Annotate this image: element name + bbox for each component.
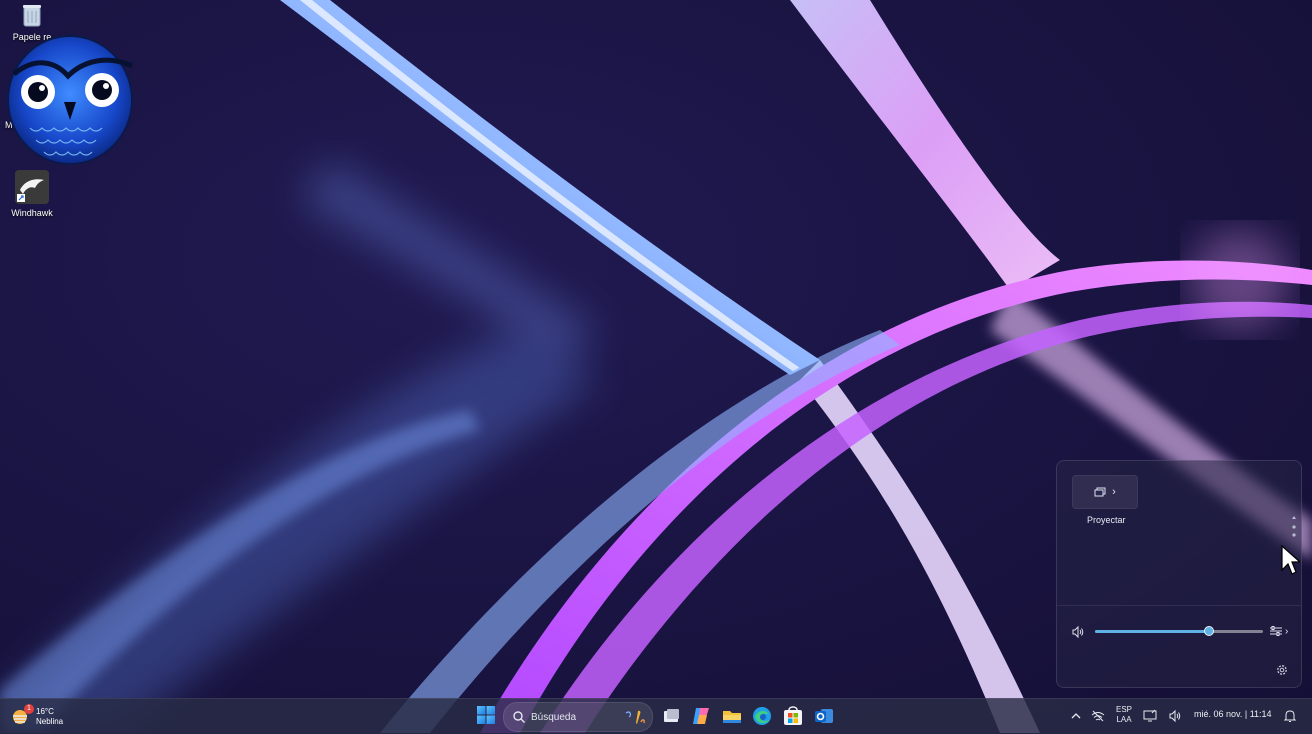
edge-icon[interactable]	[751, 705, 773, 727]
volume-slider-thumb[interactable]	[1204, 626, 1215, 636]
owl-logo	[7, 35, 134, 165]
network-disconnected-icon[interactable]	[1091, 709, 1105, 723]
divider	[1057, 605, 1301, 606]
task-view-icon[interactable]	[660, 705, 682, 727]
volume-slider-fill	[1095, 630, 1210, 633]
microsoft-store-icon[interactable]	[782, 705, 804, 727]
outlook-icon[interactable]	[813, 705, 835, 727]
weather-temperature: 16°C	[36, 707, 54, 716]
chevron-right-icon: ›	[1285, 625, 1289, 637]
desktop-icon-windhawk[interactable]: Windhawk	[0, 170, 64, 218]
desktop-icon-label: Windhawk	[11, 208, 53, 218]
windows-start-icon[interactable]	[476, 705, 496, 725]
gear-icon[interactable]	[1275, 663, 1289, 677]
language-code: ESP	[1115, 705, 1132, 714]
cast-toggle-button[interactable]: ›	[1072, 475, 1138, 509]
weather-icon: 1	[10, 704, 34, 727]
volume-mixer-button[interactable]: ›	[1269, 623, 1295, 639]
quick-settings-panel: › Proyectar ›	[1056, 460, 1302, 688]
taskbar-search[interactable]: Búsqueda	[503, 702, 653, 732]
search-highlight-icon	[625, 710, 645, 724]
file-explorer-icon[interactable]	[721, 705, 743, 727]
keyboard-layout: LAA	[1116, 715, 1132, 724]
speaker-icon[interactable]	[1071, 625, 1085, 639]
language-indicator[interactable]: ESP LAA	[1114, 705, 1134, 725]
weather-condition: Neblina	[36, 717, 64, 726]
chevron-up-icon[interactable]	[1069, 709, 1083, 723]
notification-badge: 1	[24, 704, 34, 714]
windhawk-icon	[15, 170, 49, 204]
display-icon[interactable]	[1143, 709, 1157, 723]
volume-icon[interactable]	[1168, 709, 1182, 723]
recycle-bin-icon	[23, 5, 41, 27]
notification-bell-icon[interactable]	[1283, 709, 1297, 723]
cast-icon	[1094, 487, 1106, 497]
weather-widget[interactable]: 1 16°C Neblina	[10, 703, 63, 731]
volume-slider[interactable]	[1095, 626, 1263, 636]
search-icon	[513, 711, 525, 723]
search-placeholder: Búsqueda	[531, 711, 577, 723]
cast-tile-label: Proyectar	[1087, 515, 1126, 525]
sound-output-icon	[1270, 626, 1282, 636]
mouse-cursor-icon	[1281, 544, 1300, 575]
copilot-icon[interactable]	[690, 705, 712, 727]
system-clock[interactable]: mié. 06 nov. | 11:14	[1194, 709, 1272, 719]
chevron-right-icon: ›	[1112, 486, 1116, 498]
taskbar: 1 16°C Neblina Búsqueda ESP LAA mié. 06 …	[0, 698, 1312, 734]
page-indicator[interactable]	[1291, 513, 1297, 543]
